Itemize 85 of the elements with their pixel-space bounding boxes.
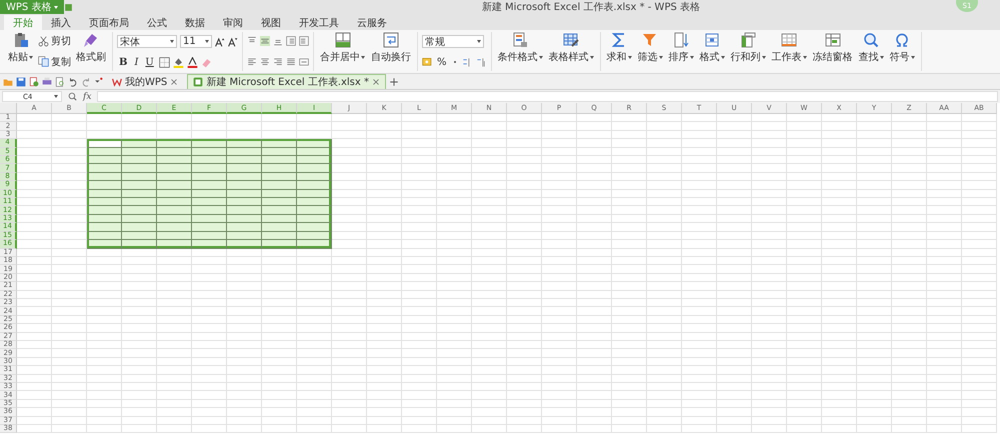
indent-decrease-icon	[286, 36, 296, 46]
ribbon-button[interactable]: 格式	[698, 32, 727, 71]
caret-icon	[477, 40, 481, 44]
table-pen-icon	[563, 32, 580, 48]
currency-icon	[422, 56, 433, 68]
folder-icon	[3, 76, 13, 86]
italic-button[interactable]: I	[132, 56, 140, 68]
menu-tab[interactable]: 数据	[176, 15, 214, 30]
undo-icon	[68, 76, 78, 86]
brush-icon	[83, 32, 99, 48]
font-color-icon	[186, 56, 198, 68]
font-name-field[interactable]: 宋体	[117, 35, 177, 48]
merge-center-button[interactable]: 合并居中	[318, 32, 367, 71]
caret-icon	[361, 56, 365, 58]
ribbon-button[interactable]: 筛选	[636, 32, 665, 71]
ribbon-button[interactable]: 条件格式	[496, 32, 545, 71]
plus-icon	[388, 76, 399, 86]
zoom-icon	[68, 92, 77, 101]
borders-icon	[158, 56, 170, 68]
ribbon-button[interactable]: 查找	[856, 32, 886, 71]
format-painter-button[interactable]: 格式刷	[74, 32, 108, 71]
eraser-icon	[200, 56, 212, 68]
menu-tab[interactable]: 插入	[42, 15, 80, 30]
redo-icon	[81, 76, 91, 86]
w-logo-icon	[112, 77, 122, 87]
search-icon	[863, 32, 880, 48]
align-middle-icon	[260, 36, 270, 46]
ribbon-button[interactable]: 排序	[666, 32, 696, 71]
menu-tab[interactable]: 开发工具	[290, 15, 348, 30]
copy-icon	[38, 56, 49, 68]
clipboard-icon	[12, 32, 28, 48]
app-menu-button[interactable]: WPS 表格	[0, 0, 64, 14]
ribbon-button[interactable]: 求和	[604, 32, 634, 71]
formula-input[interactable]	[97, 91, 998, 102]
export-icon	[29, 76, 39, 86]
bold-button[interactable]: B	[117, 56, 130, 68]
ribbon-button[interactable]: 工作表	[770, 32, 809, 71]
filter-icon	[642, 32, 658, 48]
distribute-icon	[299, 56, 309, 67]
align-right-icon	[273, 56, 283, 67]
window-title: 新建 Microsoft Excel 工作表.xlsx * - WPS 表格	[482, 0, 700, 14]
ribbon-button[interactable]: 行和列	[728, 32, 768, 71]
wrap-text-button[interactable]: 自动换行	[369, 32, 413, 71]
ribbon-button[interactable]: 表格样式	[546, 32, 596, 71]
underline-button[interactable]: U	[143, 56, 156, 68]
cut-button[interactable]: 剪切	[37, 34, 72, 48]
grow-font-icon	[215, 36, 225, 47]
number-format-field[interactable]: 常规	[422, 35, 484, 48]
percent-button[interactable]: %	[436, 56, 448, 68]
font-size-field[interactable]: 11	[180, 35, 212, 48]
menu-tab[interactable]: 云服务	[348, 15, 396, 30]
align-center-icon	[260, 56, 270, 67]
indent-increase-icon	[299, 36, 309, 46]
function-label[interactable]: fx	[83, 92, 92, 102]
caret-icon	[29, 56, 33, 58]
menu-tab[interactable]: 视图	[252, 15, 290, 30]
align-left-icon	[247, 56, 257, 67]
preview-icon	[55, 76, 65, 86]
caret-icon	[54, 95, 58, 98]
document-tab[interactable]: 新建 Microsoft Excel 工作表.xlsx *	[187, 74, 386, 89]
ribbon-button[interactable]: 冻结窗格	[810, 32, 855, 71]
close-icon	[372, 78, 380, 86]
caret-icon	[54, 6, 58, 8]
menu-tab[interactable]: 开始	[4, 15, 42, 30]
spreadsheet-app-icon	[64, 2, 74, 12]
omega-icon	[894, 32, 910, 48]
scissors-icon	[38, 36, 49, 47]
caret-icon	[205, 40, 209, 44]
select-all-corner[interactable]	[0, 103, 17, 114]
close-icon	[170, 78, 178, 86]
copy-button[interactable]: 复制	[37, 54, 72, 69]
caret-icon	[170, 40, 174, 44]
document-tab[interactable]: 我的WPS	[106, 74, 184, 89]
fill-bucket-icon	[172, 56, 184, 68]
paste-button[interactable]: 粘贴	[6, 32, 35, 71]
decrease-decimal-icon	[476, 56, 487, 68]
justify-icon	[286, 56, 296, 67]
ribbon-button[interactable]: 符号	[888, 32, 917, 71]
print-icon	[42, 76, 52, 86]
save-icon	[16, 76, 26, 86]
menu-tab[interactable]: 公式	[138, 15, 176, 30]
shrink-font-icon	[228, 36, 238, 47]
menu-tab[interactable]: 审阅	[214, 15, 252, 30]
spreadsheet-file-icon	[193, 77, 204, 87]
menu-tab[interactable]: 页面布局	[80, 15, 138, 30]
